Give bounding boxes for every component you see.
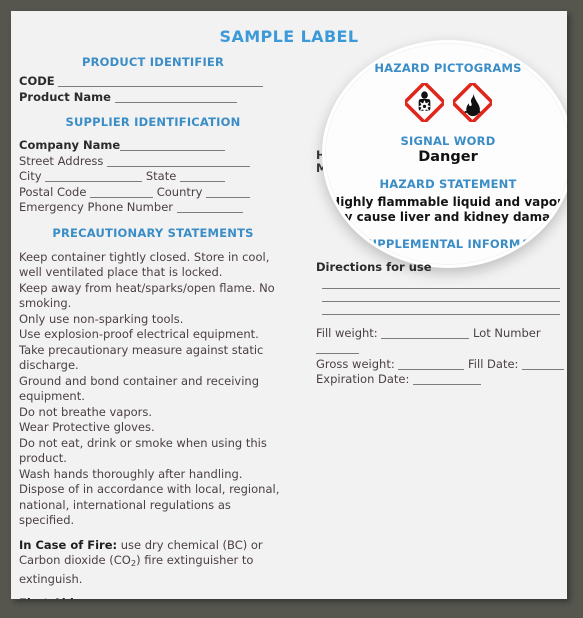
field-city-state[interactable]: City State	[19, 169, 287, 185]
precautionary-line: Do not breathe vapors.	[19, 404, 153, 419]
field-postal-country[interactable]: Postal Code Country	[19, 185, 287, 201]
field-emergency-phone-label: Emergency Phone Number	[19, 200, 173, 214]
precautionary-line: Dispose of in accordance with local, reg…	[19, 482, 280, 527]
field-code-rule[interactable]	[58, 74, 264, 87]
in-case-of-fire: In Case of Fire: use dry chemical (BC) o…	[19, 538, 287, 588]
field-code-label: CODE	[19, 74, 55, 88]
field-gross-weight-rule[interactable]	[398, 357, 465, 370]
field-gross-weight-label: Gross weight:	[316, 356, 395, 371]
field-postal-code-label: Postal Code	[19, 184, 87, 199]
field-expiration-date-label: Expiration Date:	[316, 372, 410, 386]
precautionary-line: Wash hands thoroughly after handling.	[19, 466, 243, 481]
precautionary-line: Wear Protective gloves.	[19, 420, 155, 434]
field-street-address-rule[interactable]	[107, 154, 251, 167]
field-company-name-label: Company Name	[19, 138, 121, 152]
field-lot-number-rule[interactable]	[316, 341, 359, 354]
field-fill-weight-rule[interactable]	[381, 326, 470, 339]
field-product-name-label: Product Name	[19, 89, 111, 104]
lens-hazard-pictograms-heading: HAZARD PICTOGRAMS	[374, 61, 522, 75]
field-street-address[interactable]: Street Address	[19, 154, 287, 170]
field-lot-number-label: Lot Number	[472, 325, 541, 340]
precautionary-line: Keep container tightly closed. Store in …	[19, 249, 270, 280]
field-fill-date-label: Fill Date:	[468, 356, 519, 371]
section-header-precautionary-statements: PRECAUTIONARY STATEMENTS	[52, 225, 254, 240]
first-aid-heading: First Aid	[19, 596, 287, 599]
field-expiration-date-rule[interactable]	[413, 372, 482, 385]
precautionary-line: Use explosion-proof electrical equipment…	[19, 327, 259, 341]
right-column: Directions for use Fill weight: Lot Numb…	[316, 260, 565, 388]
field-country-label: Country	[156, 184, 203, 199]
signal-word-value: Danger	[418, 149, 478, 165]
field-city-rule[interactable]	[45, 169, 143, 182]
field-emergency-phone-rule[interactable]	[176, 200, 243, 213]
directions-for-use-label: Directions for use	[316, 260, 432, 274]
lens-hazard-statement-heading: HAZARD STATEMENT	[379, 177, 517, 191]
directions-for-use: Directions for use	[316, 260, 564, 276]
lens-hazard-statement-1: Highly flammable liquid and vapor.	[330, 195, 566, 209]
field-fill-weight-label: Fill weight:	[316, 325, 378, 340]
precautionary-line: Do not eat, drink or smoke when using th…	[19, 435, 267, 466]
field-product-name[interactable]: Product Name	[19, 90, 287, 106]
flammable-pictogram	[449, 80, 495, 125]
field-company-name[interactable]: Company Name	[19, 138, 287, 154]
label-card: SAMPLE LABEL PRODUCT IDENTIFIER CODE Pro…	[11, 11, 567, 599]
field-company-name-rule[interactable]	[120, 138, 226, 151]
pictogram-group	[325, 80, 567, 125]
first-aid-heading-text: First Aid	[19, 596, 74, 599]
health-hazard-pictogram	[401, 80, 447, 125]
field-gross-weight[interactable]: Gross weight: Fill Date:	[316, 356, 565, 373]
precautionary-line: Take precautionary measure against stati…	[19, 342, 264, 373]
field-fill-weight[interactable]: Fill weight: Lot Number	[316, 326, 564, 342]
magnifier-lens: HAZARD PICTOGRAMS SIGNAL WORD Danger HAZ…	[322, 40, 567, 268]
section-header-supplier-identification: SUPPLIER IDENTIFICATION	[65, 115, 241, 129]
field-state-rule[interactable]	[179, 169, 225, 182]
directions-rule-1[interactable]	[322, 287, 560, 289]
left-column: PRODUCT IDENTIFIER CODE Product Name SUP…	[19, 55, 287, 599]
field-city-label: City	[19, 169, 42, 183]
precautionary-line: Only use non-sparking tools.	[19, 311, 184, 326]
field-country-rule[interactable]	[206, 185, 251, 198]
lens-hazard-statement-2: May cause liver and kidney damage.	[325, 210, 567, 224]
field-street-address-label: Street Address	[19, 153, 104, 168]
field-code[interactable]: CODE	[19, 74, 287, 90]
field-lot-number[interactable]	[316, 341, 564, 357]
precautionary-line: Keep away from heat/sparks/open flame. N…	[19, 280, 275, 311]
field-product-name-rule[interactable]	[114, 90, 237, 103]
magnifier-content: HAZARD PICTOGRAMS SIGNAL WORD Danger HAZ…	[325, 43, 567, 265]
in-case-of-fire-label: In Case of Fire:	[19, 537, 118, 552]
field-state-label: State	[145, 169, 177, 183]
field-expiration-date[interactable]: Expiration Date:	[316, 372, 564, 388]
lens-signal-word-heading: SIGNAL WORD	[400, 134, 496, 148]
field-postal-code-rule[interactable]	[90, 185, 154, 198]
directions-rule-2[interactable]	[322, 300, 560, 302]
field-emergency-phone[interactable]: Emergency Phone Number	[19, 200, 287, 216]
section-header-product-identifier: PRODUCT IDENTIFIER	[81, 55, 225, 69]
lens-supplemental-heading: SUPPLEMENTAL INFORMAT	[359, 237, 537, 251]
field-fill-date-rule[interactable]	[522, 357, 565, 370]
directions-rule-3[interactable]	[322, 313, 560, 315]
precautionary-line: Ground and bond container and receiving …	[19, 373, 259, 404]
